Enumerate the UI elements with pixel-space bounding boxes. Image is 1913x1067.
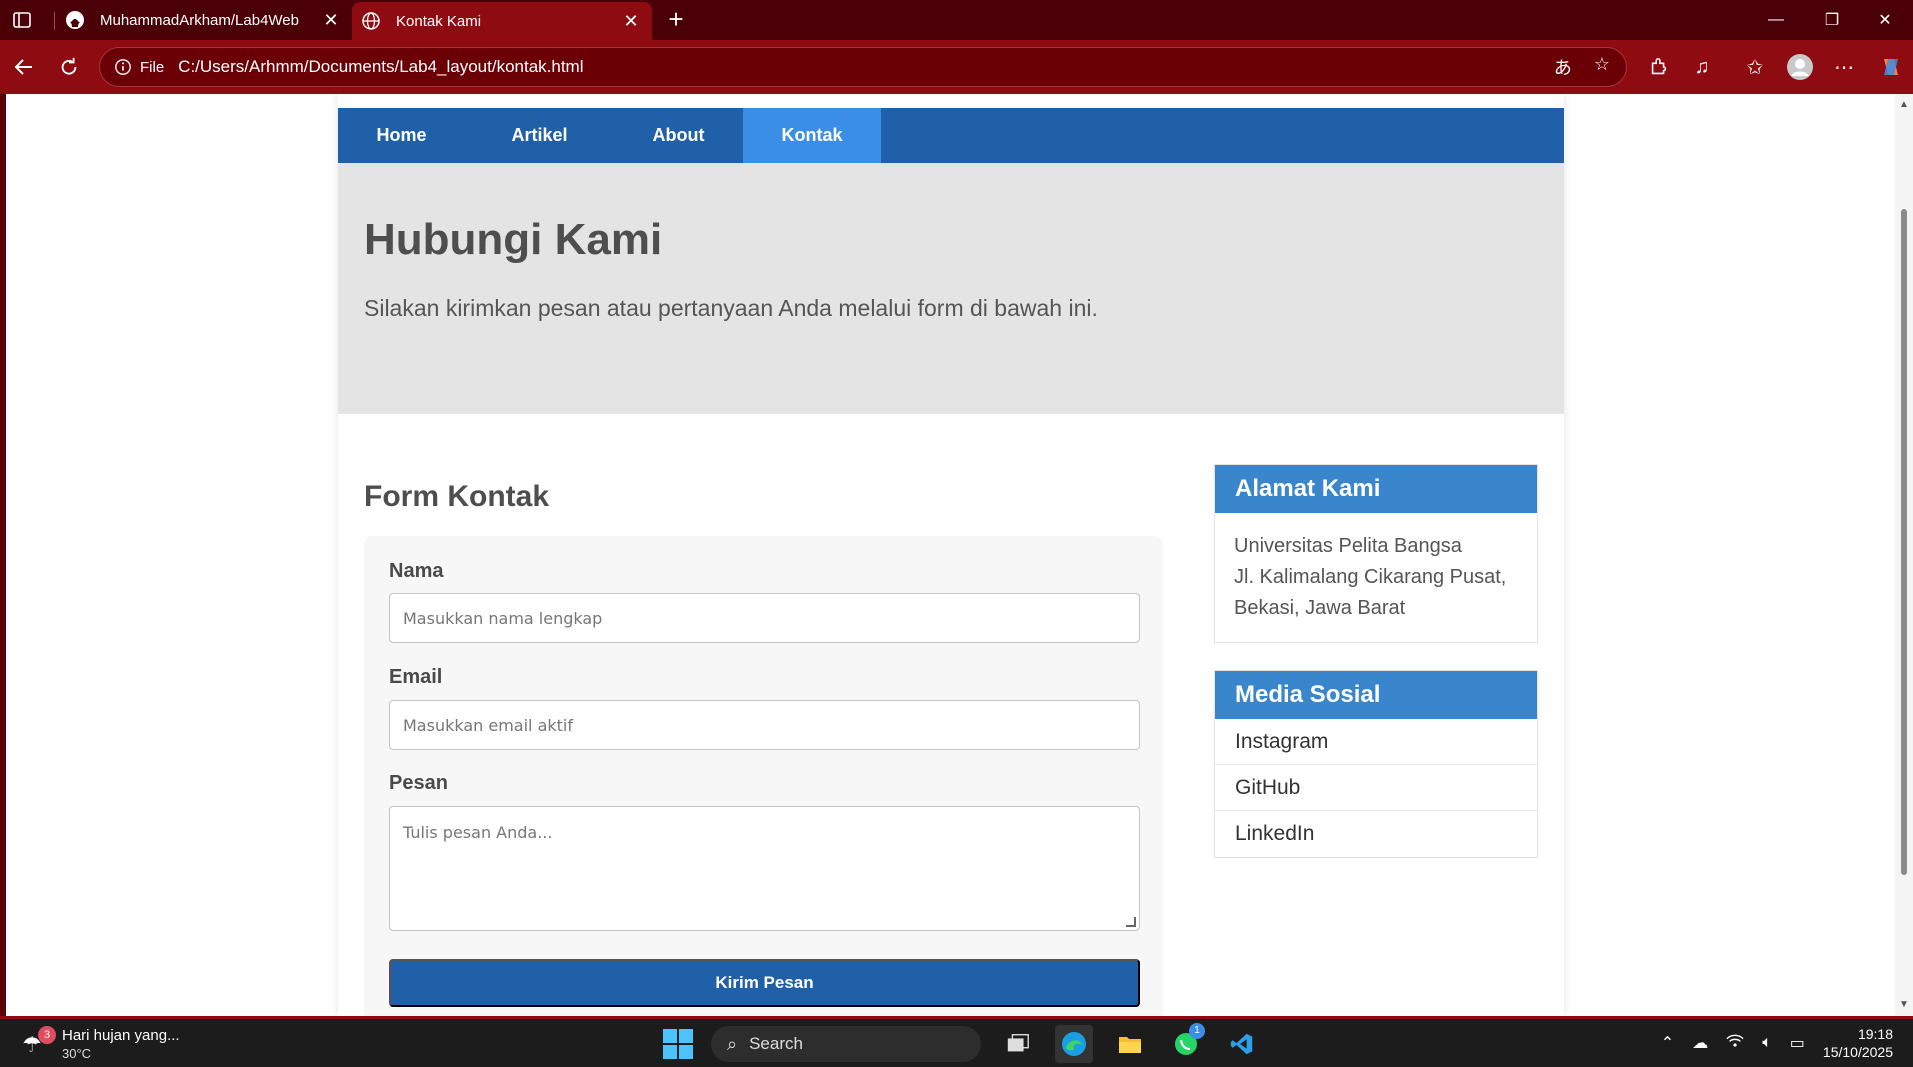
windows-taskbar: ☂ 3 Hari hujan yang... 30°C ⌕ Search 1 ⌃… (0, 1016, 1913, 1067)
browser-tab-github[interactable]: MuhammadArkham/Lab4Web ✕ (56, 0, 352, 40)
edge-browser-icon[interactable] (1055, 1025, 1093, 1063)
contact-form: Nama Masukkan nama lengkap Email Masukka… (364, 536, 1163, 1016)
clock-date: 15/10/2025 (1822, 1044, 1893, 1060)
browser-toolbar: File C:/Users/Arhmm/Documents/Lab4_layou… (0, 40, 1913, 94)
chevron-up-icon[interactable]: ⌃ (1661, 1033, 1674, 1053)
taskbar-apps: ⌕ Search 1 (663, 1023, 1261, 1063)
favorite-star-icon[interactable]: ☆ (1594, 54, 1610, 80)
taskbar-search[interactable]: ⌕ Search (711, 1026, 981, 1062)
social-media-widget: Media Sosial Instagram GitHub LinkedIn (1214, 670, 1538, 858)
address-bar[interactable]: File C:/Users/Arhmm/Documents/Lab4_layou… (99, 47, 1627, 87)
scheme-label: File (140, 58, 165, 76)
github-icon (64, 9, 86, 31)
tab-actions-icon[interactable] (12, 10, 34, 30)
whatsapp-icon[interactable]: 1 (1167, 1023, 1205, 1063)
page-title: Hubungi Kami (364, 215, 663, 264)
profile-avatar-icon[interactable] (1786, 53, 1814, 81)
more-options-icon[interactable]: ⋯ (1830, 53, 1858, 81)
file-explorer-icon[interactable] (1111, 1025, 1149, 1063)
scrollbar-thumb[interactable] (1901, 209, 1907, 875)
reload-icon[interactable] (55, 53, 83, 81)
social-link-instagram[interactable]: Instagram (1215, 719, 1537, 765)
hero-banner: Hubungi Kami Silakan kirimkan pesan atau… (338, 163, 1564, 414)
page-subtitle: Silakan kirimkan pesan atau pertanyaan A… (364, 295, 1098, 321)
back-arrow-icon[interactable] (10, 53, 38, 81)
address-line: Bekasi, Jawa Barat (1234, 597, 1406, 619)
windows-start-icon[interactable] (663, 1029, 693, 1059)
umbrella-rain-icon: ☂ 3 (22, 1026, 56, 1058)
social-link-linkedin[interactable]: LinkedIn (1215, 811, 1537, 857)
submit-button[interactable]: Kirim Pesan (389, 959, 1140, 1007)
vscode-icon[interactable] (1223, 1025, 1261, 1063)
copilot-icon[interactable] (1877, 53, 1905, 81)
onedrive-cloud-icon[interactable]: ☁ (1692, 1033, 1708, 1053)
close-tab-icon[interactable]: ✕ (318, 10, 344, 31)
minimize-button[interactable]: — (1748, 0, 1804, 40)
tab-title: Kontak Kami (396, 12, 482, 30)
restore-button[interactable]: ❐ (1804, 0, 1860, 40)
clock-time: 19:18 (1857, 1026, 1893, 1042)
site-info-icon[interactable] (112, 56, 134, 78)
name-input[interactable]: Masukkan nama lengkap (389, 593, 1140, 643)
email-label: Email (389, 666, 443, 688)
name-label: Nama (389, 560, 444, 582)
weather-badge: 3 (38, 1026, 56, 1044)
email-input[interactable]: Masukkan email aktif (389, 700, 1140, 750)
page-scrollbar[interactable]: ▲ ▼ (1895, 94, 1913, 1016)
system-clock[interactable]: 19:18 15/10/2025 (1823, 1025, 1893, 1061)
form-title: Form Kontak (364, 480, 550, 513)
main-nav: Home Artikel About Kontak (338, 108, 1564, 163)
temperature-text: 30°C (62, 1046, 92, 1061)
address-text: Universitas Pelita Bangsa Jl. Kalimalang… (1215, 513, 1537, 642)
tab-title: MuhammadArkham/Lab4Web (100, 11, 299, 29)
browser-tab-bar: MuhammadArkham/Lab4Web ✕ Kontak Kami ✕ +… (0, 0, 1913, 40)
search-icon: ⌕ (727, 1033, 738, 1054)
task-view-icon[interactable] (999, 1025, 1037, 1063)
close-tab-icon[interactable]: ✕ (618, 11, 644, 32)
system-tray: ⌃ ☁ 🔈︎ ▭ 19:18 15/10/2025 (1661, 1025, 1893, 1061)
media-icon[interactable]: ♫ (1688, 53, 1716, 81)
close-window-button[interactable]: ✕ (1857, 0, 1913, 40)
address-widget-title: Alamat Kami (1215, 465, 1537, 513)
tab-separator (54, 12, 55, 30)
extensions-icon[interactable] (1645, 53, 1673, 81)
nav-home[interactable]: Home (338, 108, 465, 163)
wifi-icon[interactable] (1726, 1033, 1744, 1053)
nav-artikel[interactable]: Artikel (465, 108, 614, 163)
search-label: Search (749, 1034, 803, 1053)
whatsapp-badge: 1 (1189, 1023, 1205, 1039)
page-viewport: Home Artikel About Kontak Hubungi Kami S… (6, 94, 1895, 1016)
scroll-down-arrow-icon[interactable]: ▼ (1898, 1000, 1910, 1010)
social-link-github[interactable]: GitHub (1215, 765, 1537, 811)
page-container: Home Artikel About Kontak Hubungi Kami S… (338, 94, 1564, 1016)
scroll-up-arrow-icon[interactable]: ▲ (1898, 100, 1910, 110)
weather-widget[interactable]: ☂ 3 Hari hujan yang... 30°C (22, 1026, 180, 1063)
resize-handle-icon[interactable] (1126, 917, 1136, 927)
new-tab-button[interactable]: + (662, 6, 690, 34)
message-placeholder: Tulis pesan Anda... (403, 823, 553, 842)
url-text[interactable]: C:/Users/Arhmm/Documents/Lab4_layout/kon… (178, 57, 1554, 77)
message-textarea[interactable]: Tulis pesan Anda... (389, 806, 1140, 931)
volume-icon[interactable]: 🔈︎ (1762, 1034, 1772, 1052)
address-line: Universitas Pelita Bangsa (1234, 535, 1462, 557)
social-widget-title: Media Sosial (1215, 671, 1537, 719)
globe-icon (360, 10, 382, 32)
address-line: Jl. Kalimalang Cikarang Pusat, (1234, 566, 1507, 588)
browser-tab-kontak[interactable]: Kontak Kami ✕ (352, 2, 652, 40)
address-widget: Alamat Kami Universitas Pelita Bangsa Jl… (1214, 464, 1538, 643)
weather-text: Hari hujan yang... (62, 1027, 180, 1044)
message-label: Pesan (389, 772, 448, 794)
battery-icon[interactable]: ▭ (1790, 1033, 1805, 1053)
nav-about[interactable]: About (614, 108, 743, 163)
nav-kontak[interactable]: Kontak (743, 108, 881, 163)
read-aloud-icon[interactable]: あ (1554, 54, 1572, 80)
favorites-icon[interactable]: ✩ (1741, 53, 1769, 81)
